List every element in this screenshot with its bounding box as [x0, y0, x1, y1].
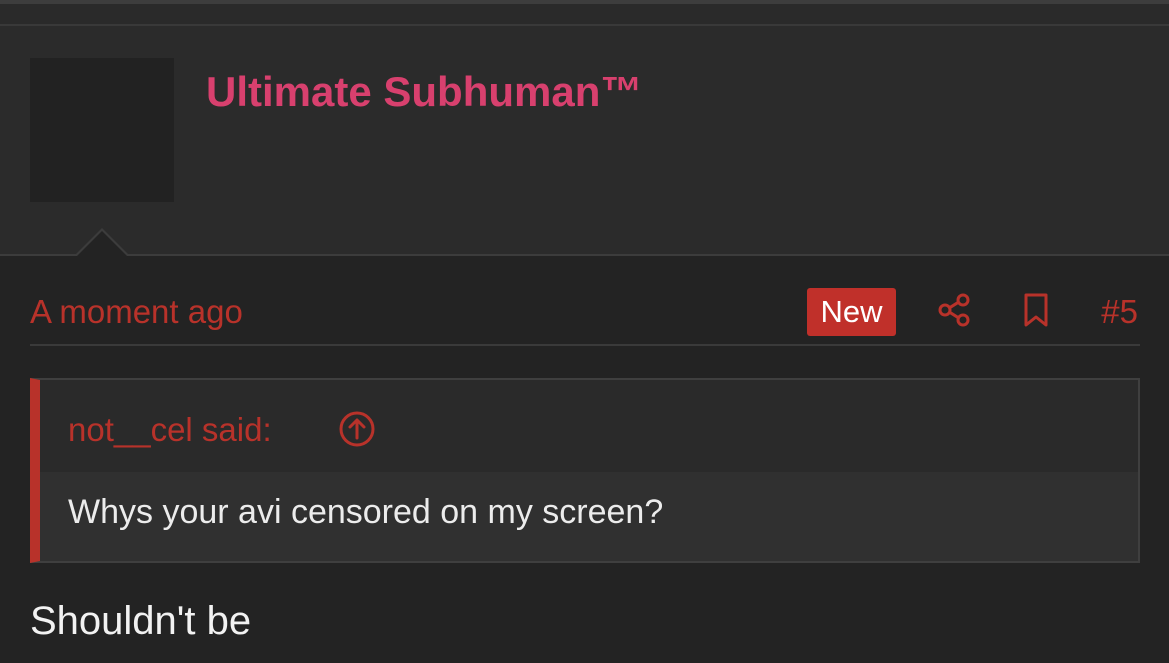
post-body-text: Shouldn't be — [30, 599, 252, 643]
post-meta-row: A moment ago New #5 — [30, 284, 1140, 346]
post-number-link[interactable]: #5 — [1101, 292, 1138, 332]
quote-body: Whys your avi censored on my screen? — [40, 472, 1138, 561]
quote-block: not__cel said: Whys your avi censored on… — [30, 378, 1140, 563]
share-icon[interactable] — [936, 292, 972, 328]
arrow-up-circle-icon[interactable] — [338, 410, 376, 448]
avatar[interactable] — [30, 58, 174, 202]
quote-author[interactable]: not__cel said: — [68, 410, 272, 450]
top-divider — [0, 0, 1169, 26]
new-badge: New — [807, 288, 896, 336]
username[interactable]: Ultimate Subhuman™ — [206, 68, 642, 116]
quote-header: not__cel said: — [40, 380, 1138, 472]
bookmark-icon[interactable] — [1018, 292, 1054, 328]
header-pointer-inner — [76, 231, 128, 257]
post-user-header: Ultimate Subhuman™ — [0, 26, 1169, 256]
quote-text: Whys your avi censored on my screen? — [68, 493, 664, 531]
post-timestamp[interactable]: A moment ago — [30, 292, 243, 332]
